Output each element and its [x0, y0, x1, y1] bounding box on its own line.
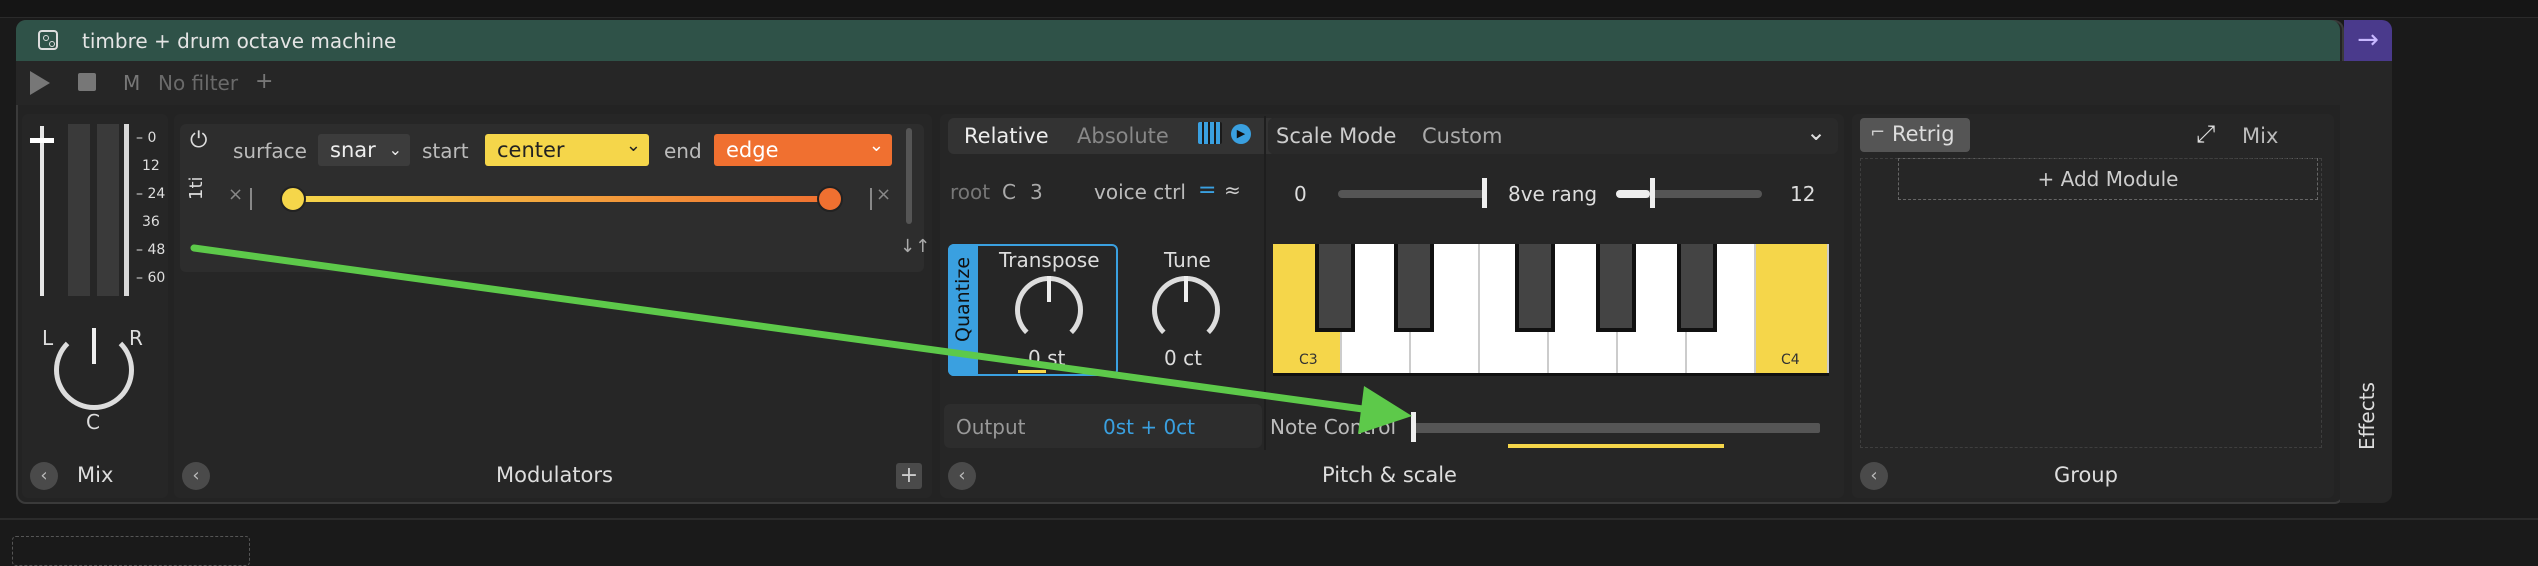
annotation-arrow-head	[1358, 386, 1412, 434]
annotation-arrow	[190, 244, 1412, 434]
annotation-arrow-line	[190, 244, 1374, 414]
